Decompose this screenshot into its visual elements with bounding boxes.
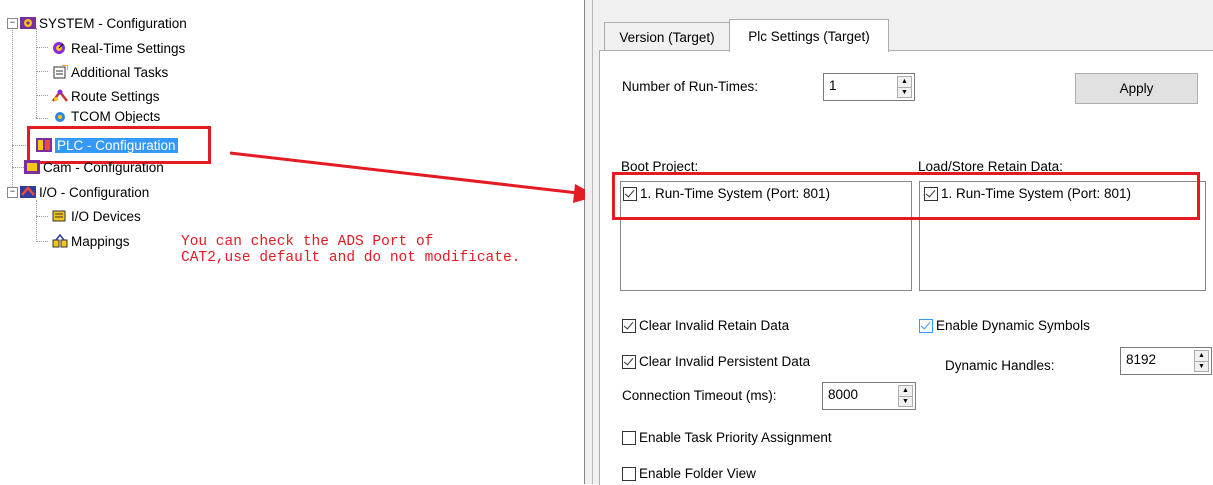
dynamic-handles-label: Dynamic Handles: [945,358,1055,373]
checkbox-label: Clear Invalid Persistent Data [639,354,811,369]
tab-plc-settings-target[interactable]: Plc Settings (Target) [729,19,889,52]
apply-button[interactable]: Apply [1075,73,1198,104]
checkbox-label: Enable Task Priority Assignment [639,430,832,445]
folder-view-checkbox[interactable]: Enable Folder View [622,466,756,481]
checkbox-icon [622,466,636,481]
tab-label: Plc Settings (Target) [748,28,870,44]
timeout-stepper[interactable]: 8000 ▲ ▼ [822,382,916,410]
timeout-label: Connection Timeout (ms): [622,388,777,403]
pane-splitter[interactable] [585,0,593,484]
tab-label: Version (Target) [619,29,715,45]
clear-retain-checkbox[interactable]: Clear Invalid Retain Data [622,318,789,333]
apply-label: Apply [1119,81,1154,96]
retain-label: Load/Store Retain Data: [918,159,1063,173]
boot-project-label: Boot Project: [621,159,699,173]
dynamic-handles-stepper[interactable]: 8192 ▲ ▼ [1120,347,1212,375]
dynamic-handles-value: 8192 [1126,352,1157,367]
checkbox-icon [622,318,636,333]
dynamic-symbols-checkbox[interactable]: Enable Dynamic Symbols [919,318,1090,333]
runtimes-stepper[interactable]: 1 ▲ ▼ [823,73,915,101]
task-priority-checkbox[interactable]: Enable Task Priority Assignment [622,430,832,445]
runtimes-value: 1 [829,78,837,93]
runtimes-label: Number of Run-Times: [622,79,759,94]
checkbox-label: Enable Folder View [639,466,756,481]
spin-arrows-icon[interactable]: ▲ ▼ [1194,350,1209,372]
spin-arrows-icon[interactable]: ▲ ▼ [898,385,913,407]
port-highlight-box [612,172,1200,220]
checkbox-label: Enable Dynamic Symbols [936,318,1090,333]
checkbox-icon [622,354,636,369]
checkbox-label: Clear Invalid Retain Data [639,318,790,333]
tab-version-target[interactable]: Version (Target) [604,22,730,51]
spin-arrows-icon[interactable]: ▲ ▼ [897,76,912,98]
checkbox-icon [919,318,933,333]
clear-persistent-checkbox[interactable]: Clear Invalid Persistent Data [622,354,810,369]
checkbox-icon [622,430,636,445]
timeout-value: 8000 [828,387,859,402]
